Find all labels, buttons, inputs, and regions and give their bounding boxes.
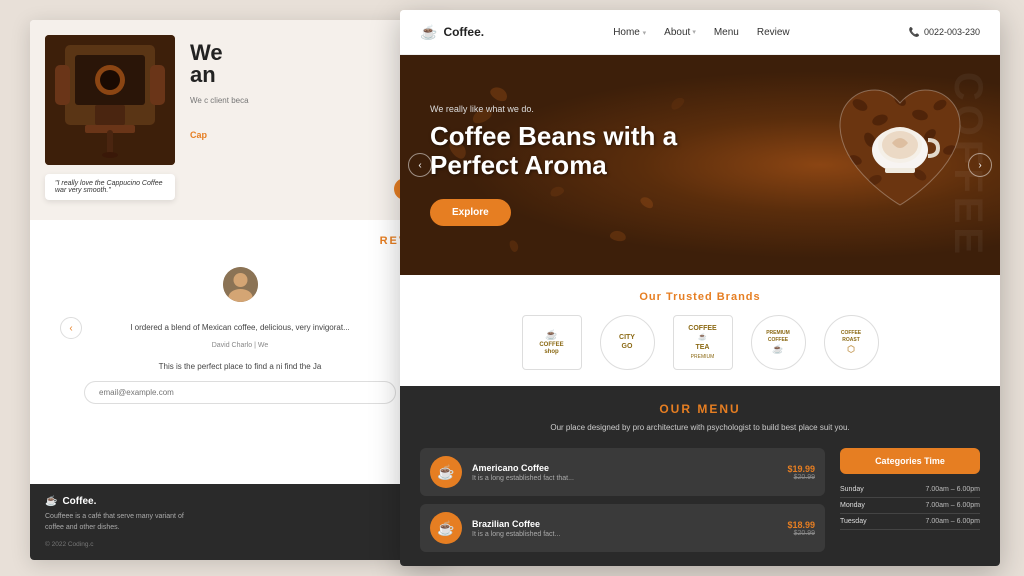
brazilian-price: $18.99 $20.99 [787, 520, 815, 537]
bg-caption: "I really love the Cappucino Coffee war … [45, 174, 175, 200]
menu-title: OUR MENU [420, 402, 980, 416]
bg-review-text: I ordered a blend of Mexican coffee, del… [45, 322, 435, 334]
brazilian-desc: It is a long established fact... [472, 531, 777, 538]
tuesday-time: 7.00am – 6.00pm [926, 518, 980, 525]
brazilian-icon: ☕ [430, 512, 462, 544]
menu-subtitle: Our place designed by pro architecture w… [420, 422, 980, 434]
bg-reviewer-avatar [223, 267, 258, 302]
bg-footer-logo: ☕ Coffee. [45, 496, 435, 507]
tuesday-label: Tuesday [840, 518, 867, 525]
brand-coffee-roast: COFFEEROAST ⬡ [824, 315, 879, 370]
americano-desc: It is a long established fact that... [472, 475, 777, 482]
bg-footer: ☕ Coffee. Couffeee is a café that serve … [30, 484, 450, 560]
brands-logos: ☕ COFFEEshop CITYGO COFFEE☕TEAPREMIUM PR… [420, 315, 980, 370]
bg-subtext: We c client beca [190, 95, 390, 106]
bg-cta-partial: Cap [190, 130, 207, 140]
hero-title: Coffee Beans with a Perfect Aroma [430, 122, 940, 179]
explore-button[interactable]: Explore [430, 199, 511, 226]
coffee-icon-2: ☕ [437, 520, 454, 537]
americano-icon: ☕ [430, 456, 462, 488]
brazilian-name: Brazilian Coffee [472, 519, 777, 529]
background-page: We an We c client beca Cap "I really lov… [30, 20, 450, 560]
nav-link-review[interactable]: Review [757, 27, 790, 38]
menu-items-list: ☕ Americano Coffee It is a long establis… [420, 448, 825, 560]
phone-icon: 📞 [909, 27, 920, 38]
nav-link-menu[interactable]: Menu [714, 27, 739, 38]
brand-coffee-shop: ☕ COFFEEshop [522, 315, 582, 370]
coffee-machine-image [45, 35, 175, 165]
footer-coffee-icon: ☕ [45, 496, 57, 507]
bg-reviewer-name: David Charlo | We [45, 342, 435, 349]
bg-footer-copyright: © 2022 Coding.c [45, 541, 435, 548]
categories-panel: Categories Time Sunday 7.00am – 6.00pm M… [840, 448, 980, 560]
bg-review2-text: This is the perfect place to find a ni f… [45, 361, 435, 373]
nav-logo-text: Coffee. [443, 25, 484, 39]
bg-review-left-arrow[interactable]: ‹ [60, 317, 82, 339]
americano-info: Americano Coffee It is a long establishe… [472, 463, 777, 482]
brands-title: Our Trusted Brands [420, 291, 980, 303]
navbar: ☕ Coffee. Home ▾ About ▾ Menu Review 📞 0… [400, 10, 1000, 55]
nav-links: Home ▾ About ▾ Menu Review [514, 27, 889, 38]
americano-price: $19.99 $20.99 [787, 464, 815, 481]
bg-email-input[interactable] [84, 381, 396, 404]
schedule-tuesday: Tuesday 7.00am – 6.00pm [840, 514, 980, 530]
hero-next-arrow[interactable]: › [968, 153, 992, 177]
schedule-sunday: Sunday 7.00am – 6.00pm [840, 482, 980, 498]
hero-content: We really like what we do. Coffee Beans … [400, 55, 1000, 275]
bg-review-title: REVIEW [45, 235, 435, 247]
nav-phone: 📞 0022-003-230 [909, 27, 980, 38]
hero-subtitle: We really like what we do. [430, 104, 940, 114]
americano-price-new: $19.99 [787, 464, 815, 474]
brazilian-price-new: $18.99 [787, 520, 815, 530]
menu-section: OUR MENU Our place designed by pro archi… [400, 386, 1000, 566]
brazilian-price-old: $20.99 [787, 530, 815, 537]
bg-footer-desc: Couffeee is a café that serve many varia… [45, 512, 185, 533]
monday-time: 7.00am – 6.00pm [926, 502, 980, 509]
sunday-label: Sunday [840, 486, 864, 493]
menu-item-brazilian: ☕ Brazilian Coffee It is a long establis… [420, 504, 825, 552]
monday-label: Monday [840, 502, 865, 509]
schedule-monday: Monday 7.00am – 6.00pm [840, 498, 980, 514]
hero-prev-arrow[interactable]: ‹ [408, 153, 432, 177]
categories-button[interactable]: Categories Time [840, 448, 980, 474]
nav-link-home[interactable]: Home ▾ [613, 27, 646, 38]
main-page: ☕ Coffee. Home ▾ About ▾ Menu Review 📞 0… [400, 10, 1000, 566]
brand-city-go: CITYGO [600, 315, 655, 370]
sunday-time: 7.00am – 6.00pm [926, 486, 980, 493]
nav-link-about[interactable]: About ▾ [664, 27, 696, 38]
nav-logo: ☕ Coffee. [420, 24, 484, 41]
americano-price-old: $20.99 [787, 474, 815, 481]
brands-section: Our Trusted Brands ☕ COFFEEshop CITYGO C… [400, 275, 1000, 386]
brand-coffee-tea: COFFEE☕TEAPREMIUM [673, 315, 733, 370]
brazilian-info: Brazilian Coffee It is a long establishe… [472, 519, 777, 538]
nav-logo-icon: ☕ [420, 24, 437, 41]
bg-heading2: an [190, 62, 216, 88]
brand-premium-coffee: PREMIUMCOFFEE ☕ [751, 315, 806, 370]
menu-content: ☕ Americano Coffee It is a long establis… [420, 448, 980, 560]
americano-name: Americano Coffee [472, 463, 777, 473]
menu-item-americano: ☕ Americano Coffee It is a long establis… [420, 448, 825, 496]
hero-section: COFFEE We really like what we do. Coffee… [400, 55, 1000, 275]
coffee-icon-1: ☕ [437, 464, 454, 481]
